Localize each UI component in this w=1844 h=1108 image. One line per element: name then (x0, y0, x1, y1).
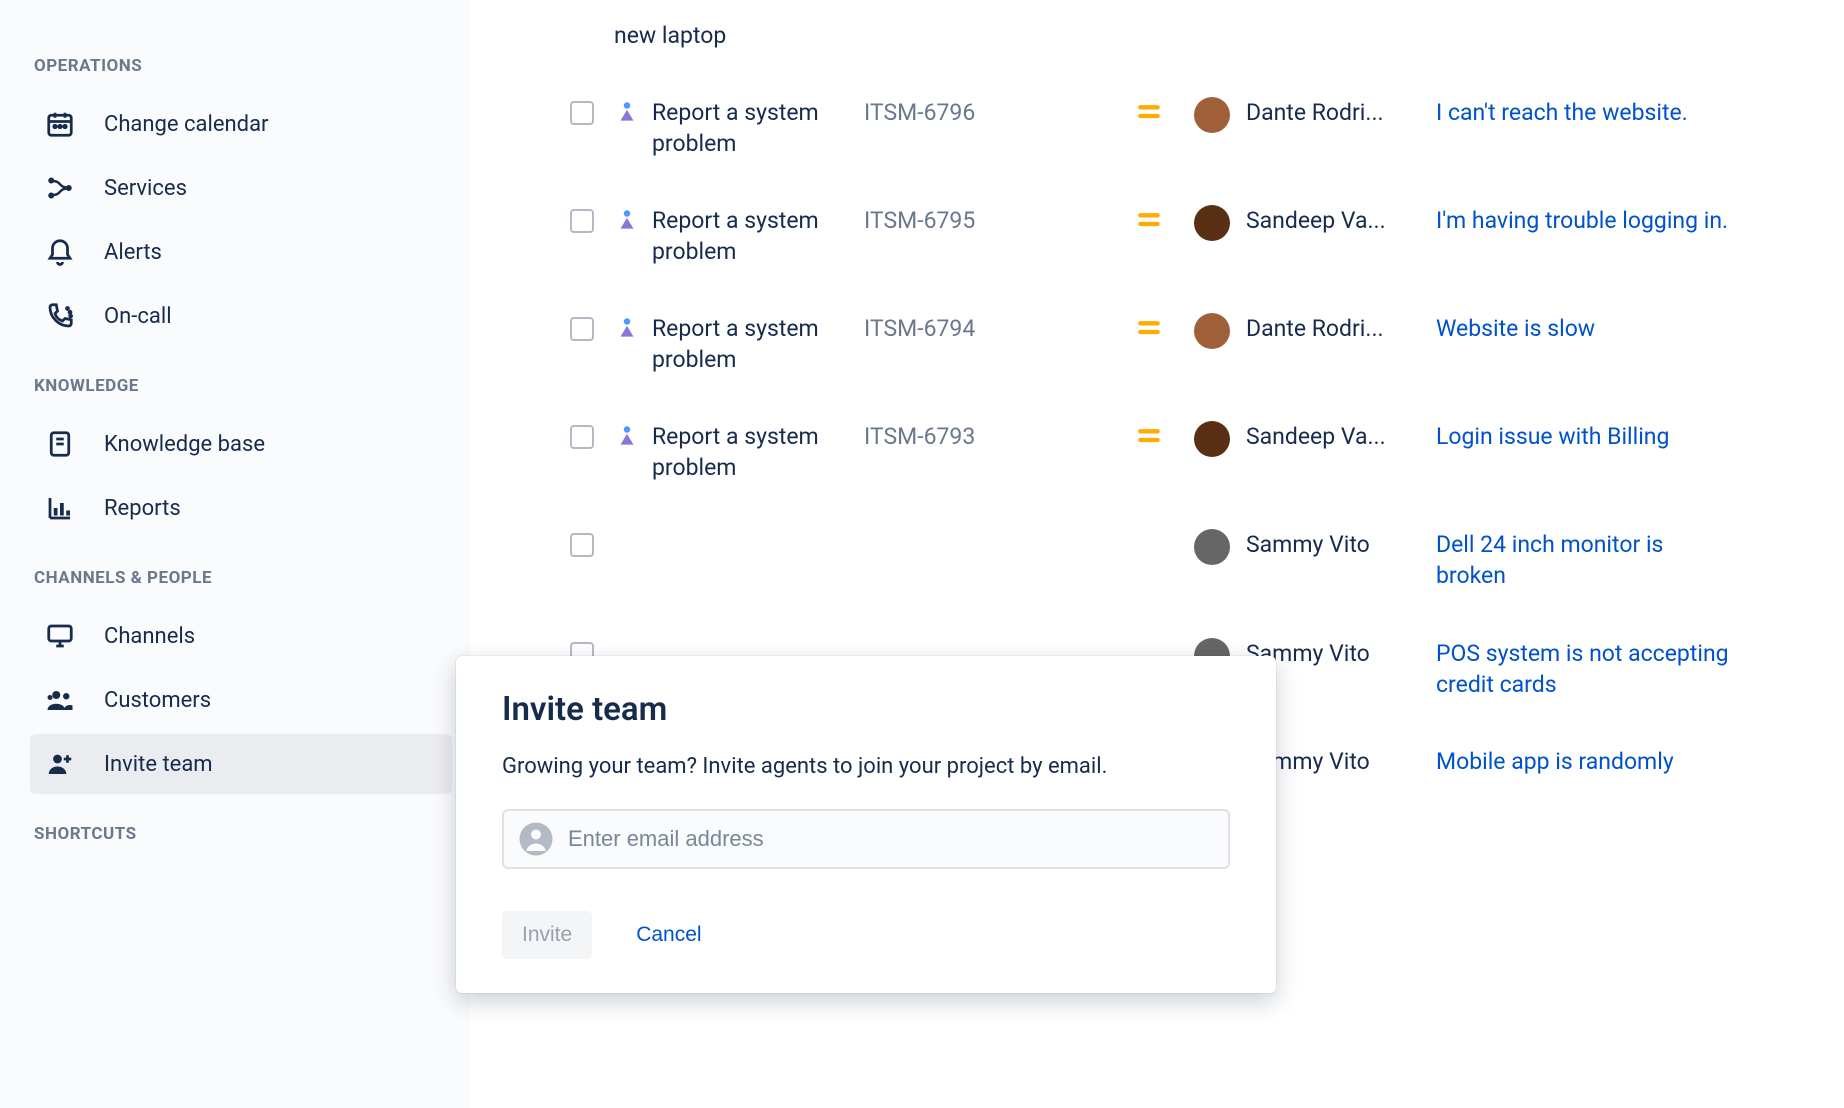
issue-summary-link[interactable]: I'm having trouble logging in. (1436, 205, 1736, 236)
priority-medium-icon (1136, 103, 1162, 121)
issue-summary-link[interactable]: Website is slow (1436, 313, 1736, 344)
sidebar-item-label: Customers (104, 688, 211, 713)
person-icon (518, 821, 554, 857)
sidebar-item-label: Channels (104, 624, 195, 649)
sidebar-item-customers[interactable]: Customers (30, 670, 452, 730)
assignee-name: Sandeep Va... (1246, 421, 1436, 450)
book-icon (44, 428, 76, 460)
issue-summary-link[interactable]: POS system is not accepting credit cards (1436, 638, 1736, 700)
section-header: SHORTCUTS (34, 824, 470, 844)
modal-description: Growing your team? Invite agents to join… (502, 751, 1230, 783)
chart-icon (44, 492, 76, 524)
issue-key[interactable] (864, 20, 1104, 22)
sidebar-item-reports[interactable]: Reports (30, 478, 452, 538)
sidebar-item-label: Knowledge base (104, 432, 265, 457)
request-type-icon (614, 207, 640, 233)
modal-title: Invite team (502, 690, 1230, 729)
request-type-icon (614, 315, 640, 341)
sidebar-item-label: Change calendar (104, 112, 269, 137)
priority-medium-icon (1136, 427, 1162, 445)
request-type: Report a system problem (652, 97, 864, 159)
issue-summary-link[interactable]: Mobile app is randomly (1436, 746, 1736, 777)
invite-team-modal: Invite team Growing your team? Invite ag… (456, 656, 1276, 993)
row-checkbox[interactable] (570, 101, 594, 125)
priority-medium-icon (1136, 319, 1162, 337)
table-row: Report a system problemITSM-6795 Sandeep … (550, 185, 1844, 293)
sidebar-item-alerts[interactable]: Alerts (30, 222, 452, 282)
table-row: Report a system problemITSM-6794 Dante Ro… (550, 293, 1844, 401)
section-header: CHANNELS & PEOPLE (34, 568, 470, 588)
avatar (1194, 313, 1230, 349)
request-type: new laptop (614, 20, 864, 51)
request-type: Report a system problem (652, 313, 864, 375)
invite-button[interactable]: Invite (502, 911, 592, 959)
section-header: KNOWLEDGE (34, 376, 470, 396)
request-type-icon (614, 423, 640, 449)
sidebar-item-label: Reports (104, 496, 181, 521)
assignee-name (1246, 20, 1436, 22)
sidebar-item-services[interactable]: Services (30, 158, 452, 218)
sidebar-item-knowledge-base[interactable]: Knowledge base (30, 414, 452, 474)
sidebar: OPERATIONS Change calendar Services Alerts O… (0, 0, 470, 1108)
assignee-name: Dante Rodri... (1246, 313, 1436, 342)
sidebar-item-label: Invite team (104, 752, 213, 777)
assignee-name: Dante Rodri... (1246, 97, 1436, 126)
avatar (1194, 421, 1230, 457)
sidebar-item-channels[interactable]: Channels (30, 606, 452, 666)
bell-icon (44, 236, 76, 268)
sidebar-item-invite-team[interactable]: Invite team (30, 734, 452, 794)
email-input[interactable] (568, 826, 1214, 852)
monitor-icon (44, 620, 76, 652)
issue-key[interactable]: ITSM-6793 (864, 421, 1104, 450)
row-checkbox[interactable] (570, 209, 594, 233)
cancel-button[interactable]: Cancel (616, 911, 721, 959)
avatar (1194, 529, 1230, 565)
sidebar-item-change-calendar[interactable]: Change calendar (30, 94, 452, 154)
calendar-icon (44, 108, 76, 140)
email-input-wrapper[interactable] (502, 809, 1230, 869)
request-type-icon (614, 99, 640, 125)
priority-medium-icon (1136, 211, 1162, 229)
issue-key[interactable]: ITSM-6796 (864, 97, 1104, 126)
issue-key[interactable] (864, 529, 1104, 531)
issue-summary-link[interactable]: Dell 24 inch monitor is broken (1436, 529, 1736, 591)
row-checkbox[interactable] (570, 425, 594, 449)
table-row: Report a system problemITSM-6793 Sandeep … (550, 401, 1844, 509)
assignee-name: Sandeep Va... (1246, 205, 1436, 234)
issue-summary-link[interactable]: I can't reach the website. (1436, 97, 1736, 128)
request-type: Report a system problem (652, 421, 864, 483)
group-icon (44, 684, 76, 716)
section-header: OPERATIONS (34, 56, 470, 76)
avatar (1194, 97, 1230, 133)
sidebar-item-label: Alerts (104, 240, 162, 265)
table-row: Report a system problemITSM-6796 Dante Ro… (550, 77, 1844, 185)
issue-summary-link[interactable]: Login issue with Billing (1436, 421, 1736, 452)
request-type: Report a system problem (652, 205, 864, 267)
row-checkbox[interactable] (570, 317, 594, 341)
avatar (1194, 205, 1230, 241)
sidebar-item-on-call[interactable]: On-call (30, 286, 452, 346)
modal-actions: Invite Cancel (502, 911, 1230, 959)
table-row: new laptop (550, 0, 1844, 77)
services-icon (44, 172, 76, 204)
assignee-name: Sammy Vito (1246, 529, 1436, 558)
phone-icon (44, 300, 76, 332)
sidebar-item-label: Services (104, 176, 187, 201)
row-checkbox[interactable] (570, 533, 594, 557)
issue-key[interactable]: ITSM-6795 (864, 205, 1104, 234)
issue-key[interactable]: ITSM-6794 (864, 313, 1104, 342)
issue-key[interactable] (864, 638, 1104, 640)
sidebar-item-label: On-call (104, 304, 172, 329)
table-row: Sammy VitoDell 24 inch monitor is broken (550, 509, 1844, 617)
person-plus-icon (44, 748, 76, 780)
